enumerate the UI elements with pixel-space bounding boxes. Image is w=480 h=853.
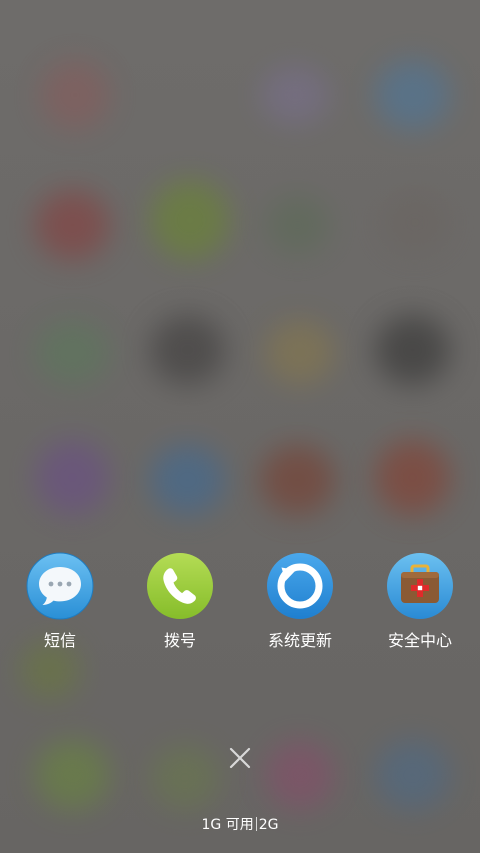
app-label: 短信 (43, 631, 76, 650)
blurred-app-icon (150, 445, 225, 515)
blurred-app-icon (150, 745, 220, 810)
blurred-app-icon (150, 315, 225, 385)
app-label: 拨号 (163, 631, 196, 650)
blurred-app-icon (265, 195, 330, 255)
blurred-home-screen-background (0, 0, 480, 853)
blurred-app-icon (35, 740, 110, 810)
blurred-app-icon (260, 65, 330, 125)
blurred-app-icon (35, 440, 110, 515)
memory-status: 1G 可用 2G (0, 816, 480, 834)
recent-apps-dock: 短信 拨号 系统更新 安全中心 (0, 552, 480, 662)
blurred-app-icon (40, 60, 110, 130)
phone-icon[interactable] (146, 552, 214, 620)
app-dialer[interactable]: 拨号 (120, 552, 240, 650)
blurred-app-icon (265, 320, 335, 385)
memory-available: 1G 可用 (201, 817, 254, 833)
app-label: 系统更新 (267, 631, 332, 650)
memory-total: 2G (258, 817, 279, 833)
blurred-app-icon (375, 440, 450, 515)
messages-icon[interactable] (26, 552, 94, 620)
app-messages[interactable]: 短信 (0, 552, 120, 650)
blurred-app-icon (375, 740, 450, 810)
app-security-center[interactable]: 安全中心 (360, 552, 480, 650)
blurred-app-icon (35, 320, 110, 385)
blurred-app-icon (150, 180, 230, 260)
app-system-update[interactable]: 系统更新 (240, 552, 360, 650)
blurred-app-icon (265, 740, 335, 810)
security-center-icon[interactable] (386, 552, 454, 620)
blurred-app-icon (260, 445, 335, 515)
blurred-app-icon (380, 190, 450, 255)
app-label: 安全中心 (387, 631, 452, 650)
system-update-icon[interactable] (266, 552, 334, 620)
blurred-app-icon (375, 60, 450, 130)
blurred-app-icon (375, 315, 450, 385)
close-icon[interactable] (226, 744, 254, 772)
memory-divider (255, 817, 257, 831)
blurred-app-icon (35, 190, 110, 260)
